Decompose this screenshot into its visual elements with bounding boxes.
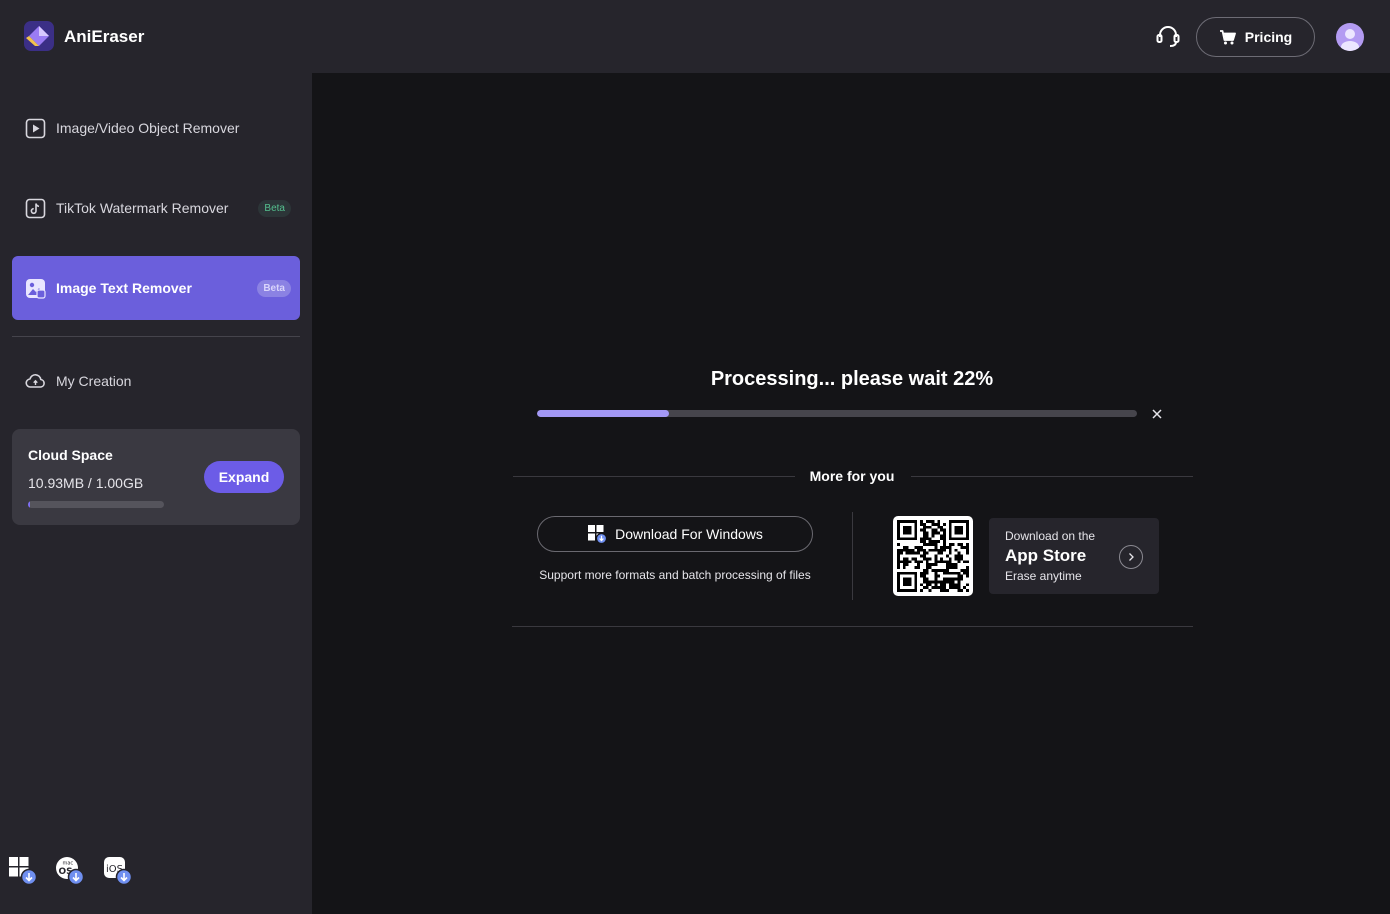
app-store-subtext: Erase anytime — [1005, 569, 1082, 583]
download-windows-button[interactable]: Download For Windows — [537, 516, 813, 552]
cloud-space-title: Cloud Space — [28, 447, 113, 463]
beta-badge: Beta — [258, 200, 291, 217]
sidebar: Image/Video Object Remover TikTok Waterm… — [0, 73, 312, 914]
beta-badge: Beta — [257, 280, 291, 297]
cloud-usage-fill — [28, 501, 31, 508]
sidebar-item-label: Image/Video Object Remover — [56, 120, 240, 136]
sidebar-item-image-text-remover[interactable]: Image Text Remover Beta — [12, 256, 300, 320]
app-store-arrow-button[interactable] — [1119, 545, 1143, 569]
app-store-card[interactable]: Download on the App Store Erase anytime — [989, 518, 1159, 594]
processing-progress-bar — [537, 410, 1137, 417]
sidebar-item-my-creation[interactable]: My Creation — [12, 349, 300, 413]
tiktok-icon — [25, 198, 46, 218]
cloud-icon — [25, 373, 45, 388]
more-divider-right — [911, 476, 1193, 477]
macos-download-icon[interactable]: mac OS — [55, 856, 85, 888]
pricing-label: Pricing — [1244, 29, 1293, 45]
ios-download-icon[interactable]: iOS — [103, 856, 133, 888]
windows-download-icon — [588, 525, 608, 544]
svg-text:mac: mac — [63, 861, 74, 867]
processing-status-text: Processing... please wait 22% — [710, 368, 994, 390]
content-bottom-divider — [512, 626, 1193, 627]
sidebar-item-tiktok-watermark[interactable]: TikTok Watermark Remover Beta — [12, 176, 300, 240]
sidebar-item-label: My Creation — [56, 373, 132, 389]
cloud-space-usage: 10.93MB / 1.00GB — [28, 475, 144, 491]
cancel-processing-close-icon[interactable] — [1150, 407, 1164, 421]
os-download-icons: mac OS iOS — [0, 851, 312, 891]
windows-download-icon[interactable] — [8, 856, 38, 888]
chevron-right-icon — [1129, 553, 1134, 561]
cloud-space-card: Cloud Space 10.93MB / 1.00GB Expand — [12, 429, 300, 525]
pricing-button[interactable]: Pricing — [1196, 17, 1315, 57]
top-bar: AniEraser Pricing — [0, 0, 1390, 73]
headset-support-icon[interactable] — [1155, 25, 1181, 49]
sidebar-item-label: TikTok Watermark Remover — [56, 200, 229, 216]
qr-code-icon — [897, 520, 969, 592]
app-store-small-text: Download on the — [1005, 529, 1096, 543]
play-square-icon — [25, 118, 46, 138]
expand-button[interactable]: Expand — [204, 461, 284, 493]
cloud-usage-bar — [28, 501, 164, 508]
app-name: AniEraser — [64, 27, 145, 46]
processing-progress-fill — [537, 410, 669, 417]
download-subtext: Support more formats and batch processin… — [539, 568, 811, 582]
cart-icon — [1219, 29, 1236, 44]
sidebar-item-object-remover[interactable]: Image/Video Object Remover — [12, 96, 300, 160]
app-store-title: App Store — [1005, 546, 1087, 565]
app-qr-code — [893, 516, 973, 596]
vertical-divider — [852, 512, 853, 600]
user-avatar[interactable] — [1336, 23, 1364, 51]
image-text-icon — [26, 278, 46, 299]
download-windows-label: Download For Windows — [615, 526, 763, 542]
sidebar-divider — [12, 336, 300, 337]
sidebar-item-label: Image Text Remover — [56, 280, 192, 296]
user-icon — [1341, 29, 1359, 51]
anieraser-logo-icon[interactable] — [24, 21, 54, 51]
